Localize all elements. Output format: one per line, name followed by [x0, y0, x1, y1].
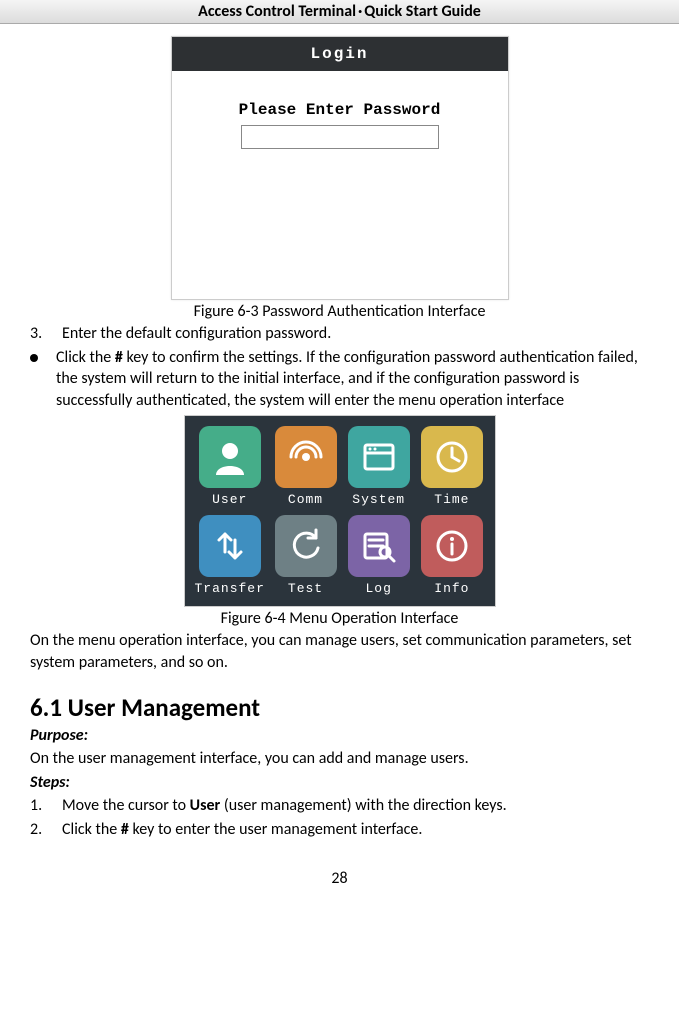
menu-item-label: User	[195, 492, 265, 507]
step-um-2-text: Click the # key to enter the user manage…	[62, 819, 422, 841]
purpose-label: Purpose:	[30, 725, 649, 747]
clock-icon	[421, 426, 483, 488]
user-icon	[199, 426, 261, 488]
menu-item-label: Time	[419, 492, 484, 507]
login-prompt: Please Enter Password	[172, 101, 508, 119]
step-um-1-number: 1.	[30, 795, 44, 817]
step-3: 3. Enter the default configuration passw…	[30, 323, 649, 345]
step-um-1: 1. Move the cursor to User (user managem…	[30, 795, 649, 817]
menu-grid: User Comm System Time Transfer Test Log Info	[195, 426, 485, 596]
menu-item-transfer[interactable]: Transfer	[195, 515, 265, 596]
transfer-icon	[199, 515, 261, 577]
figure-6-4-caption: Figure 6-4 Menu Operation Interface	[30, 609, 649, 628]
menu-item-label: Info	[419, 581, 484, 596]
purpose-text: On the user management interface, you ca…	[30, 748, 649, 770]
step-3-number: 3.	[30, 323, 44, 345]
menu-item-label: Transfer	[195, 581, 265, 596]
menu-panel: User Comm System Time Transfer Test Log Info	[184, 415, 496, 607]
password-input[interactable]	[241, 125, 439, 149]
menu-item-system[interactable]: System	[346, 426, 411, 507]
page-content: Login Please Enter Password Figure 6-3 P…	[0, 24, 679, 888]
steps-label: Steps:	[30, 772, 649, 794]
menu-item-label: Comm	[273, 492, 338, 507]
menu-item-label: Log	[346, 581, 411, 596]
menu-item-test[interactable]: Test	[273, 515, 338, 596]
step-um-1-text: Move the cursor to User (user management…	[62, 795, 507, 817]
header-title-bold: Access Control Terminal	[198, 2, 356, 21]
menu-item-comm[interactable]: Comm	[273, 426, 338, 507]
bullet-confirm: Click the # key to confirm the settings.…	[30, 347, 649, 412]
header-title-rest: Quick Start Guide	[364, 2, 481, 21]
bullet-dot-icon	[30, 354, 38, 362]
step-um-2: 2. Click the # key to enter the user man…	[30, 819, 649, 841]
menu-item-user[interactable]: User	[195, 426, 265, 507]
step-3-text: Enter the default configuration password…	[62, 323, 331, 345]
section-6-1-heading: 6.1 User Management	[30, 692, 649, 723]
wifi-icon	[275, 426, 337, 488]
header-separator: ·	[358, 2, 362, 21]
refresh-icon	[275, 515, 337, 577]
bullet-confirm-text: Click the # key to confirm the settings.…	[56, 347, 649, 412]
page-number: 28	[30, 869, 649, 888]
step-um-2-number: 2.	[30, 819, 44, 841]
menu-item-info[interactable]: Info	[419, 515, 484, 596]
menu-item-label: Test	[273, 581, 338, 596]
menu-item-log[interactable]: Log	[346, 515, 411, 596]
search-icon	[348, 515, 410, 577]
page-header: Access Control Terminal·Quick Start Guid…	[0, 0, 679, 24]
para-after-fig4: On the menu operation interface, you can…	[30, 630, 649, 673]
window-icon	[348, 426, 410, 488]
info-icon	[421, 515, 483, 577]
login-body: Please Enter Password	[172, 71, 508, 299]
menu-item-label: System	[346, 492, 411, 507]
figure-6-3-caption: Figure 6-3 Password Authentication Inter…	[30, 302, 649, 321]
menu-item-time[interactable]: Time	[419, 426, 484, 507]
login-panel: Login Please Enter Password	[171, 36, 509, 300]
login-title: Login	[172, 37, 508, 71]
